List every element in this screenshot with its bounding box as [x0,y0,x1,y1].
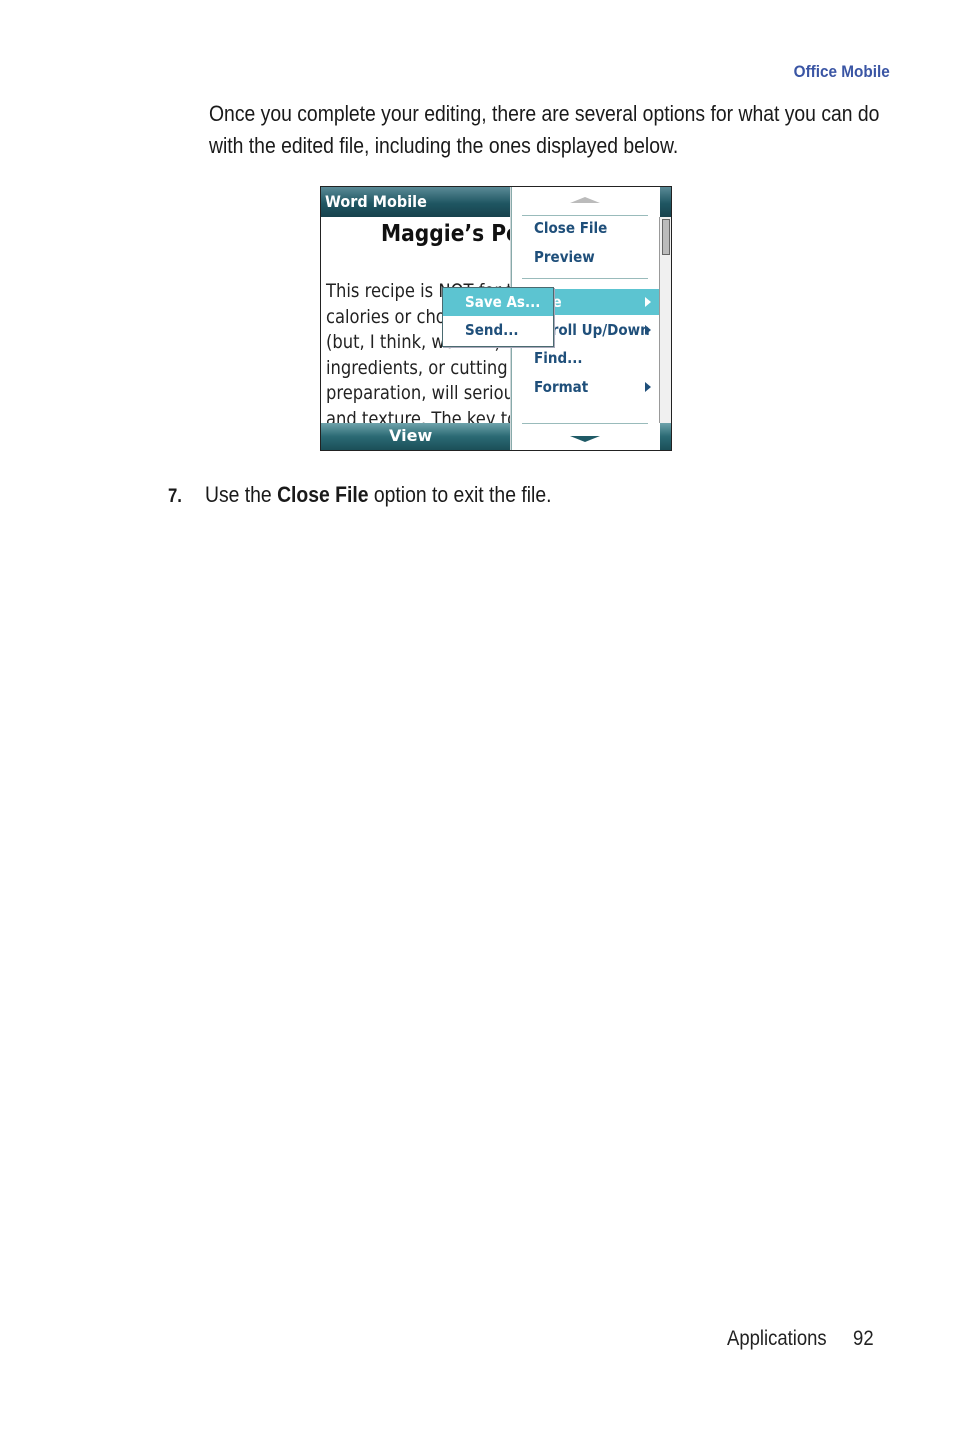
step-number: 7. [168,486,182,507]
page-number: 92 [853,1327,874,1350]
running-header: Office Mobile [793,62,890,81]
scrollbar[interactable] [659,217,671,423]
submenu-arrow-icon [645,297,651,307]
menu-item-label: Format [534,378,589,396]
footer-section: Applications [727,1327,828,1350]
menu-item-preview[interactable]: Preview [512,244,659,270]
step-text-bold: Close File [277,482,369,507]
submenu-arrow-icon [645,382,651,392]
submenu-item-label: Save As... [465,293,541,311]
view-softkey[interactable]: View [389,426,432,445]
menu-item-close-file[interactable]: Close File [512,215,659,241]
step-instruction: 7. Use the Close File option to exit the … [168,482,551,508]
file-submenu: Save As... Send... [442,287,554,347]
menu-divider [522,278,648,279]
intro-paragraph: Once you complete your editing, there ar… [209,101,880,158]
step-text-post: option to exit the file. [368,482,552,507]
phone-screenshot: Word Mobile Maggie’s Po This recipe is N… [320,186,672,451]
menu-item-label: Find... [534,349,583,367]
submenu-item-send[interactable]: Send... [443,316,553,344]
document-heading: Maggie’s Po [381,221,520,247]
app-title: Word Mobile [325,192,427,211]
menu-item-format[interactable]: Format [512,374,659,400]
submenu-arrow-icon [645,325,651,335]
menu-divider [522,423,648,424]
scrollbar-thumb[interactable] [662,219,670,255]
menu-item-label: Preview [534,248,595,266]
scroll-down-arrow-icon[interactable] [570,436,600,442]
submenu-item-label: Send... [465,321,519,339]
step-text-pre: Use the [204,482,278,507]
page-footer: Applications 92 [727,1327,874,1351]
menu-item-label: Close File [534,219,608,237]
menu-item-find[interactable]: Find... [512,345,659,371]
scroll-up-arrow-icon[interactable] [570,197,600,203]
submenu-item-save-as[interactable]: Save As... [443,288,553,316]
